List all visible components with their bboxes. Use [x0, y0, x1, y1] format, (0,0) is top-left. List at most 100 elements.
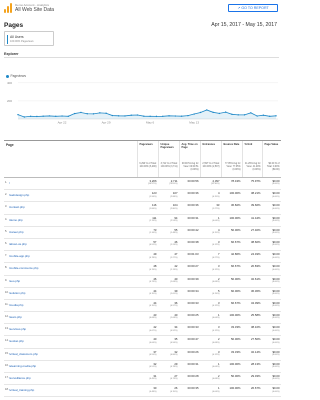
page-link[interactable]: /media.php [9, 303, 23, 307]
column-header[interactable]: Entrances 2,597 % of Total: 100.00% (2,59… [200, 141, 221, 177]
column-header[interactable]: Pageviews 6,290 % of Total: 100.00% (6,29… [137, 141, 158, 177]
data-point[interactable] [262, 114, 265, 116]
data-point[interactable] [23, 116, 25, 118]
page-link[interactable]: /services.php [9, 327, 26, 331]
pageviews-chart: 400 200 Apr 22 Apr 29 May 6 May 13 [6, 79, 278, 125]
page-link[interactable]: /team.php [9, 315, 22, 319]
column-header[interactable]: % Exit 41.29% Avg for View: 41.29% (0.00%… [242, 141, 262, 177]
data-point[interactable] [67, 115, 70, 117]
data-point[interactable] [48, 115, 51, 117]
column-header[interactable]: Page Value $0.00 % of Total: 0.00% ($0.00… [262, 141, 281, 177]
data-point[interactable] [275, 115, 277, 117]
page-link[interactable]: /solution.php [9, 291, 25, 295]
cell-percent: (1.84%) [149, 207, 157, 210]
page-link[interactable]: /seo.php [9, 279, 20, 283]
data-point[interactable] [130, 114, 132, 116]
page-link[interactable]: /elearning-media.php [9, 364, 36, 368]
cell-value: 00:00:47 [187, 337, 199, 342]
cell-percent: (0.70%) [170, 390, 178, 393]
view-name[interactable]: All Web Site Data [15, 7, 54, 13]
data-point[interactable] [206, 109, 208, 111]
data-point[interactable] [92, 113, 95, 115]
data-point[interactable] [218, 112, 221, 115]
page-link[interactable]: /surveillance.php [9, 376, 31, 380]
data-point[interactable] [99, 112, 101, 114]
cell-value: 78.43% [231, 179, 241, 183]
segment-card[interactable]: All Users 100.00% Pageviews [4, 31, 54, 46]
cell-value: 50.00% [231, 337, 241, 342]
cell-value: 66.67% [231, 264, 241, 269]
data-point[interactable] [243, 114, 246, 116]
page-link[interactable]: /webdesign.php [9, 193, 29, 197]
column-header[interactable]: Bounce Rate 77.05% Avg for View: 77.05% (… [221, 141, 242, 177]
cell-value: 00:00:38 [187, 239, 199, 244]
data-point[interactable] [105, 112, 107, 114]
data-point[interactable] [124, 115, 126, 117]
column-header[interactable]: Unique Pageviews 3,711 % of Total: 100.00… [158, 141, 179, 177]
cell-value: 38.10% [251, 325, 261, 330]
table-row: 9./seo.php 46 (0.73%) 40 (1.08%) 00:00:39 2 (0.… [4, 276, 281, 288]
data-point[interactable] [199, 111, 202, 114]
page-link[interactable]: /about-us.php [9, 242, 27, 246]
page-link[interactable]: /mobile-app.php [9, 254, 30, 258]
data-point[interactable] [256, 115, 258, 117]
data-point[interactable] [55, 115, 57, 117]
data-point[interactable] [212, 111, 214, 114]
go-to-report-button[interactable]: ↗ GO TO REPORT [228, 4, 278, 12]
data-point[interactable] [136, 114, 139, 116]
column-total: $0.00 % of Total: 0.00% ($0.00) [266, 163, 280, 171]
cell-percent: (2.88%) [170, 195, 178, 198]
data-point[interactable] [86, 113, 88, 115]
cell-percent: (1.05%) [170, 293, 178, 296]
data-point[interactable] [231, 113, 233, 115]
cell-value: 00:00:28 [187, 374, 199, 378]
data-point[interactable] [149, 115, 151, 117]
dimension-header[interactable]: Page [6, 143, 14, 147]
data-point[interactable] [237, 114, 239, 116]
page-link[interactable]: /socket.php [9, 339, 24, 343]
date-range[interactable]: Apr 15, 2017 - May 15, 2017 [211, 22, 277, 28]
column-header[interactable]: Avg. Time on Page 00:00:51 Avg for View: … [179, 141, 200, 177]
data-point[interactable] [61, 115, 63, 117]
data-point[interactable] [193, 113, 195, 115]
data-point[interactable] [180, 115, 183, 117]
page-link[interactable]: / [9, 181, 10, 185]
data-point[interactable] [224, 111, 227, 113]
data-point[interactable] [17, 113, 19, 116]
legend-label: Pageviews [10, 74, 26, 78]
cell-percent: (0.92%) [170, 329, 178, 332]
page-link[interactable]: /career.php [9, 230, 23, 234]
data-point[interactable] [36, 115, 38, 118]
data-point[interactable] [29, 115, 32, 117]
data-point[interactable] [162, 115, 164, 117]
data-point[interactable] [73, 112, 76, 115]
data-point[interactable] [168, 115, 170, 117]
data-point[interactable] [42, 115, 44, 117]
data-point[interactable] [250, 112, 252, 114]
page-link[interactable]: /virtual_training.php [9, 388, 34, 392]
data-point[interactable] [155, 115, 158, 118]
data-point[interactable] [111, 114, 114, 117]
page-link[interactable]: /demo.php [9, 218, 23, 222]
cell-percent: (50.97%) [148, 183, 157, 186]
cell-percent: (0.59%) [149, 354, 157, 357]
data-point[interactable] [143, 115, 145, 117]
cell-percent: (0.15%) [212, 195, 220, 198]
data-point[interactable] [80, 111, 82, 114]
data-point[interactable] [187, 114, 189, 117]
cell-percent: (0.12%) [212, 268, 220, 271]
table-row: 12./team.php 43 (0.68%) 40 (1.08%) 00:00:25 1(… [4, 312, 281, 325]
cell-percent: (0.73%) [149, 280, 157, 283]
tab-explorer[interactable]: Explorer [4, 52, 19, 56]
page-link[interactable]: /contact.php [9, 205, 25, 209]
data-point[interactable] [269, 115, 271, 117]
cell-percent: (2.53%) [170, 219, 178, 222]
cell-value: 00:00:42 [187, 227, 199, 232]
table-body: 1./3,206 (50.97%) 2,711 (73.05%) 00:00:56 2,3… [4, 178, 281, 398]
data-point[interactable] [117, 115, 120, 117]
data-point[interactable] [174, 115, 177, 117]
page-link[interactable]: /mobile-commerce.php [9, 266, 38, 270]
cell-value: 00:00:36 [187, 203, 199, 208]
column-total: 3,711 % of Total: 100.00% (3,711) [160, 163, 178, 168]
page-link[interactable]: /virtual_classroom.php [9, 352, 38, 356]
